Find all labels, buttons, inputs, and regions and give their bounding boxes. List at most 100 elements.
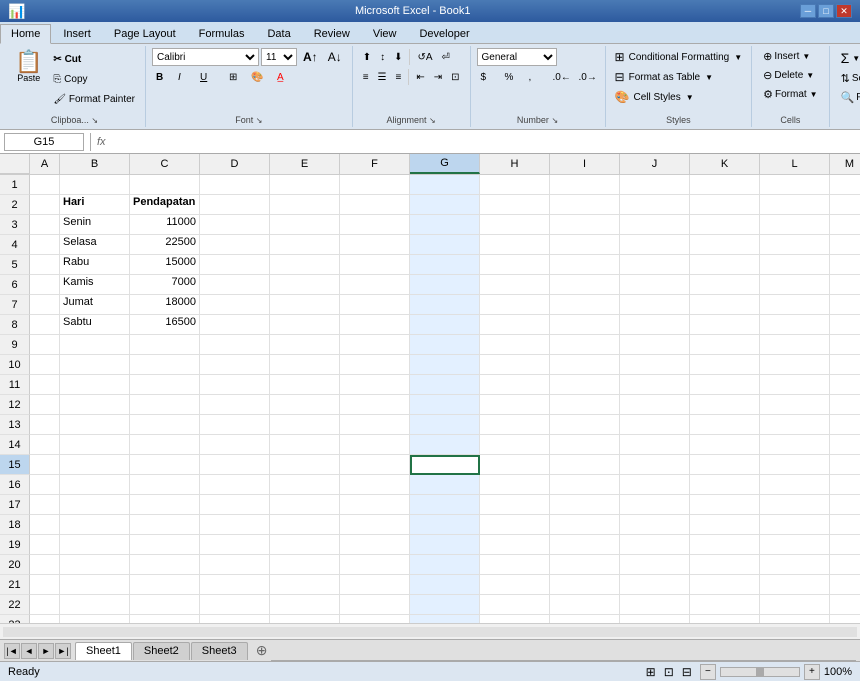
list-item[interactable] [690,515,760,535]
list-item[interactable] [550,195,620,215]
list-item[interactable] [830,455,860,475]
list-item[interactable]: Jumat [60,295,130,315]
list-item[interactable] [830,215,860,235]
alignment-expand-icon[interactable]: ↘ [429,116,436,125]
list-item[interactable] [410,535,480,555]
list-item[interactable] [200,195,270,215]
list-item[interactable] [760,295,830,315]
list-item[interactable] [130,455,200,475]
list-item[interactable] [480,235,550,255]
list-item[interactable] [30,515,60,535]
list-item[interactable] [480,615,550,623]
list-item[interactable] [60,495,130,515]
list-item[interactable] [270,615,340,623]
list-item[interactable] [690,455,760,475]
col-header-h[interactable]: H [480,154,550,174]
list-item[interactable] [760,355,830,375]
list-item[interactable] [410,335,480,355]
list-item[interactable] [410,255,480,275]
list-item[interactable] [60,395,130,415]
list-item[interactable] [550,595,620,615]
row-number-5[interactable]: 5 [0,255,30,275]
list-item[interactable] [690,375,760,395]
row-number-11[interactable]: 11 [0,375,30,395]
list-item[interactable] [130,555,200,575]
find-select-button[interactable]: 🔍 Find & Select ▼ [836,89,860,106]
list-item[interactable] [130,375,200,395]
list-item[interactable] [550,355,620,375]
list-item[interactable] [130,435,200,455]
align-left-button[interactable]: ≡ [359,68,373,86]
list-item[interactable] [270,195,340,215]
list-item[interactable]: Hari [60,195,130,215]
list-item[interactable] [340,555,410,575]
row-number-20[interactable]: 20 [0,555,30,575]
tab-page-layout[interactable]: Page Layout [103,24,187,43]
list-item[interactable] [480,395,550,415]
conditional-formatting-button[interactable]: ⊞ Conditional Formatting ▼ [612,48,746,66]
list-item[interactable] [340,295,410,315]
merge-center-button[interactable]: ⊡ [447,68,463,86]
list-item[interactable] [270,435,340,455]
minimize-button[interactable]: ─ [800,4,816,18]
list-item[interactable] [270,235,340,255]
wrap-text-button[interactable]: ⏎ [438,48,454,66]
list-item[interactable] [30,455,60,475]
list-item[interactable] [760,515,830,535]
row-number-17[interactable]: 17 [0,495,30,515]
delete-button[interactable]: ⊖ Delete ▼ [758,67,819,84]
list-item[interactable] [550,375,620,395]
sheet-tab-sheet1[interactable]: Sheet1 [75,642,132,660]
list-item[interactable] [690,355,760,375]
list-item[interactable] [130,335,200,355]
close-button[interactable]: ✕ [836,4,852,18]
list-item[interactable] [690,595,760,615]
list-item[interactable] [340,515,410,535]
list-item[interactable] [410,555,480,575]
list-item[interactable] [60,515,130,535]
list-item[interactable] [620,295,690,315]
list-item[interactable] [60,335,130,355]
list-item[interactable] [200,315,270,335]
row-number-12[interactable]: 12 [0,395,30,415]
col-header-b[interactable]: B [60,154,130,174]
list-item[interactable]: 11000 [130,215,200,235]
row-number-23[interactable]: 23 [0,615,30,623]
list-item[interactable] [60,535,130,555]
list-item[interactable] [30,235,60,255]
list-item[interactable] [340,475,410,495]
list-item[interactable] [270,355,340,375]
format-button[interactable]: ⚙ Format ▼ [758,86,822,103]
col-header-i[interactable]: I [550,154,620,174]
list-item[interactable] [200,255,270,275]
list-item[interactable] [340,375,410,395]
list-item[interactable] [270,395,340,415]
list-item[interactable] [480,415,550,435]
list-item[interactable] [690,475,760,495]
list-item[interactable] [410,315,480,335]
list-item[interactable] [480,595,550,615]
list-item[interactable] [340,455,410,475]
text-direction-button[interactable]: ↺A [413,48,436,66]
list-item[interactable] [60,415,130,435]
col-header-f[interactable]: F [340,154,410,174]
list-item[interactable] [340,415,410,435]
list-item[interactable] [550,475,620,495]
list-item[interactable] [830,435,860,455]
list-item[interactable] [60,595,130,615]
list-item[interactable] [60,435,130,455]
bold-button[interactable]: B [152,68,172,86]
list-item[interactable] [620,595,690,615]
list-item[interactable] [620,555,690,575]
list-item[interactable] [30,335,60,355]
h-scrollbar[interactable] [3,627,857,637]
list-item[interactable] [480,335,550,355]
list-item[interactable] [200,475,270,495]
list-item[interactable] [480,315,550,335]
row-number-15[interactable]: 15 [0,455,30,475]
list-item[interactable] [270,255,340,275]
list-item[interactable] [760,595,830,615]
list-item[interactable] [830,595,860,615]
row-number-6[interactable]: 6 [0,275,30,295]
list-item[interactable] [620,495,690,515]
